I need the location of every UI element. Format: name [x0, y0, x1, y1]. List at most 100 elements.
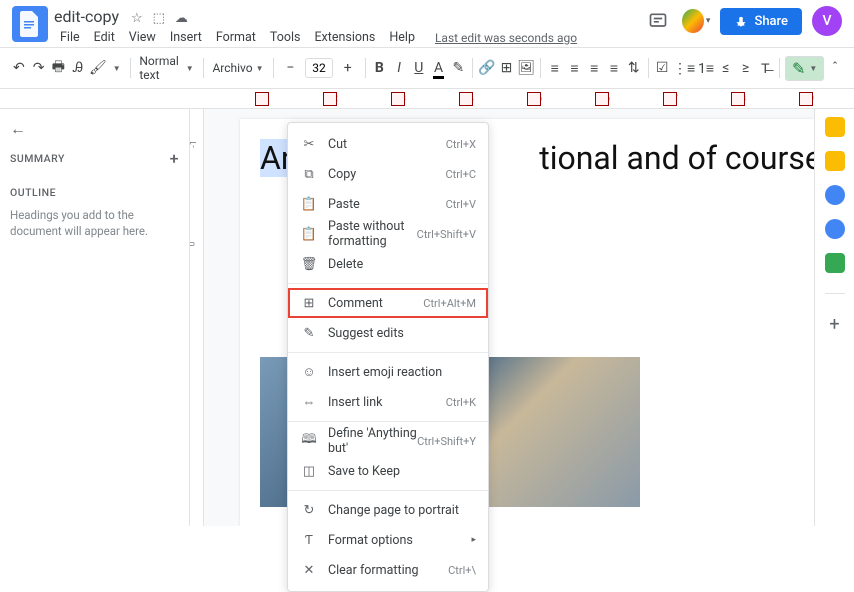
cloud-icon[interactable]: ☁ — [175, 11, 188, 26]
align-justify-icon[interactable]: ≡ — [605, 56, 623, 80]
menu-edit[interactable]: Edit — [88, 28, 121, 47]
ctx-label: Insert emoji reaction — [328, 365, 476, 380]
image-icon[interactable]: 🖼 — [517, 56, 535, 80]
bold-icon[interactable]: B — [371, 56, 389, 80]
ctx-copy[interactable]: ⧉CopyCtrl+C — [288, 159, 488, 189]
menu-file[interactable]: File — [54, 28, 86, 47]
tasks-icon[interactable] — [825, 185, 845, 205]
paste-icon: 📋 — [300, 197, 318, 212]
ctx-shortcut: Ctrl+X — [446, 138, 476, 151]
paste-without-formatting-icon: 📋 — [300, 227, 318, 242]
checklist-icon[interactable]: ☑ — [653, 56, 671, 80]
clear-formatting-icon: ✕ — [300, 563, 318, 578]
ctx-shortcut: Ctrl+V — [446, 198, 476, 211]
cut-icon: ✂ — [300, 137, 318, 152]
ctx-paste[interactable]: 📋PasteCtrl+V — [288, 189, 488, 219]
align-center-icon[interactable]: ≡ — [566, 56, 584, 80]
comment-icon[interactable]: ⊞ — [498, 56, 516, 80]
menu-insert[interactable]: Insert — [164, 28, 208, 47]
menu-help[interactable]: Help — [383, 28, 421, 47]
back-icon[interactable]: ← — [10, 119, 179, 139]
print-icon[interactable]: 🖶 — [49, 56, 67, 80]
ctx-cut[interactable]: ✂ CutCtrl+X — [288, 129, 488, 159]
ctx-change-page-to-portrait[interactable]: ↻Change page to portrait — [288, 495, 488, 525]
italic-icon[interactable]: I — [390, 56, 408, 80]
document-canvas[interactable]: -1 0 Anything buttional and of course, e… — [190, 109, 814, 526]
style-select[interactable]: Normal text▼ — [135, 52, 197, 84]
ctx-label: Delete — [328, 257, 476, 272]
align-left-icon[interactable]: ≡ — [546, 56, 564, 80]
ctx-insert-emoji-reaction[interactable]: ☺ Insert emoji reaction — [288, 357, 488, 387]
avatar[interactable]: V — [812, 6, 842, 36]
vertical-ruler[interactable]: -1 0 — [190, 109, 204, 526]
add-on-icon[interactable]: + — [825, 314, 845, 334]
body-text: tional and of course, emiss — [539, 139, 814, 177]
text-color-icon[interactable]: A — [430, 56, 448, 80]
docs-logo[interactable] — [12, 6, 48, 42]
menu-format[interactable]: Format — [210, 28, 262, 47]
comment-history-icon[interactable] — [644, 7, 672, 35]
ctx-insert-link[interactable]: ⇔Insert linkCtrl+K — [288, 387, 488, 417]
ctx-label: Save to Keep — [328, 464, 476, 479]
font-size-input[interactable]: 32 — [305, 58, 333, 78]
format-options-icon: Ƭ — [300, 532, 318, 548]
document-title[interactable]: edit-copy — [54, 7, 119, 26]
line-spacing-icon[interactable]: ⇅ — [625, 56, 643, 80]
ctx-format-options[interactable]: ƬFormat options▸ — [288, 525, 488, 555]
menu-tools[interactable]: Tools — [264, 28, 307, 47]
save-to-keep-icon: ◫ — [300, 464, 318, 479]
star-icon[interactable]: ☆ — [131, 11, 143, 26]
editing-mode-button[interactable]: ✎ ▼ — [785, 56, 824, 81]
font-select[interactable]: Archivo▼ — [208, 59, 267, 77]
ctx-paste-without-formatting[interactable]: 📋Paste without formattingCtrl+Shift+V — [288, 219, 488, 249]
highlight-icon[interactable]: ✎ — [449, 56, 467, 80]
redo-icon[interactable]: ↷ — [30, 56, 48, 80]
ctx-save-to-keep[interactable]: ◫ Save to Keep — [288, 456, 488, 486]
maps-icon[interactable] — [825, 253, 845, 273]
ctx-label: Comment — [328, 296, 423, 311]
undo-icon[interactable]: ↶ — [10, 56, 28, 80]
insert-emoji-reaction-icon: ☺ — [300, 364, 318, 380]
ctx-comment[interactable]: ⊞ CommentCtrl+Alt+M — [288, 288, 488, 318]
menu-view[interactable]: View — [123, 28, 162, 47]
outline-placeholder: Headings you add to the document will ap… — [10, 207, 179, 239]
bulleted-list-icon[interactable]: ⋮≡ — [673, 56, 695, 80]
delete-icon: 🗑 — [300, 257, 318, 272]
calendar-icon[interactable] — [825, 117, 845, 137]
clear-format-icon[interactable]: T̶ — [756, 56, 774, 80]
meet-icon[interactable]: ▾ — [682, 7, 710, 35]
align-right-icon[interactable]: ≡ — [585, 56, 603, 80]
decrease-indent-icon[interactable]: ≤ — [717, 56, 735, 80]
add-summary-icon[interactable]: + — [170, 149, 179, 168]
ctx-shortcut: Ctrl+Alt+M — [423, 297, 476, 310]
ctx-label: Define 'Anything but' — [328, 426, 417, 456]
ctx-label: Cut — [328, 137, 446, 152]
numbered-list-icon[interactable]: 1≡ — [697, 56, 715, 80]
ctx-separator — [288, 421, 488, 422]
menu-extensions[interactable]: Extensions — [308, 28, 381, 47]
summary-heading: SUMMARY — [10, 152, 65, 165]
move-icon[interactable]: ⬚ — [153, 11, 165, 26]
increase-font-icon[interactable]: + — [336, 56, 360, 80]
paint-format-icon[interactable]: 🖌 — [89, 56, 107, 80]
ctx-label: Insert link — [328, 395, 446, 410]
zoom-select[interactable]: ▼ — [109, 62, 125, 75]
contacts-icon[interactable] — [825, 219, 845, 239]
spellcheck-icon[interactable]: Ꭿ — [69, 56, 87, 80]
keep-icon[interactable] — [825, 151, 845, 171]
share-button[interactable]: Share — [720, 8, 802, 35]
horizontal-ruler[interactable]: 123456789 — [0, 89, 854, 109]
underline-icon[interactable]: U — [410, 56, 428, 80]
menu-bar: FileEditViewInsertFormatToolsExtensionsH… — [54, 28, 644, 47]
decrease-font-icon[interactable]: − — [278, 56, 302, 80]
ctx-delete[interactable]: 🗑 Delete — [288, 249, 488, 279]
hide-menus-icon[interactable]: ˆ — [826, 56, 844, 80]
link-icon[interactable]: 🔗 — [478, 56, 496, 80]
last-edit-link[interactable]: Last edit was seconds ago — [435, 31, 577, 45]
ctx-define-anything-but-[interactable]: 🕮Define 'Anything but'Ctrl+Shift+Y — [288, 426, 488, 456]
ctx-label: Clear formatting — [328, 563, 448, 578]
ctx-clear-formatting[interactable]: ✕Clear formattingCtrl+\ — [288, 555, 488, 585]
ctx-suggest-edits[interactable]: ✎Suggest edits — [288, 318, 488, 348]
increase-indent-icon[interactable]: ≥ — [737, 56, 755, 80]
comment-icon: ⊞ — [300, 296, 318, 311]
